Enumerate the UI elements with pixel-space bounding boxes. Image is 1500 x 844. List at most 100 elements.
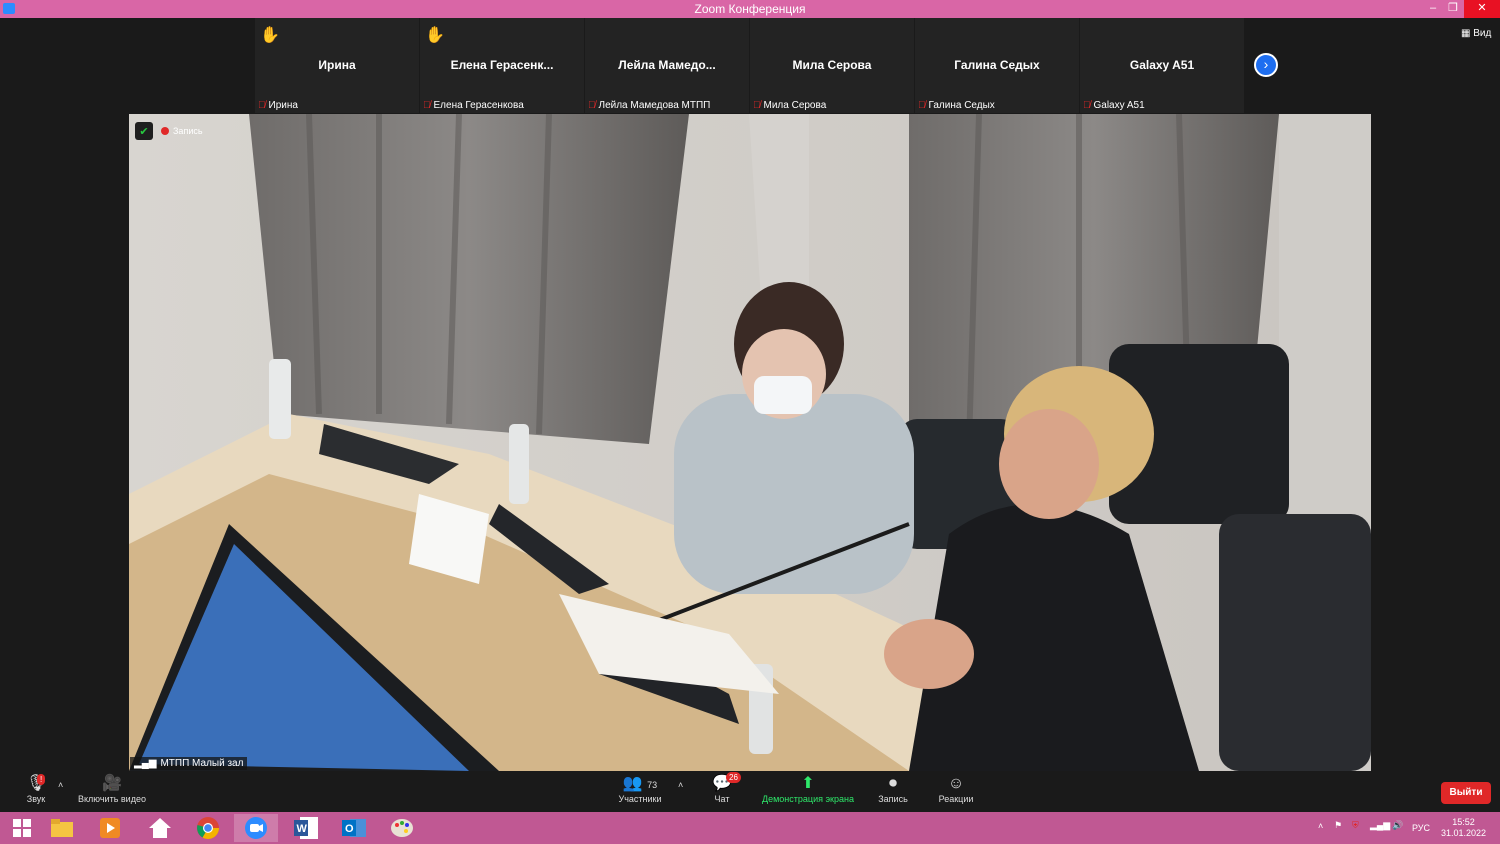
recording-label: Запись (173, 126, 203, 136)
participant-footer: 🎙̸ Лейла Мамедова МТПП (588, 100, 710, 111)
recording-dot-icon (161, 127, 169, 135)
participant-name: Галина Седых (954, 58, 1040, 72)
participants-count: 73 (647, 780, 658, 790)
participant-footer: 🎙̸ Галина Седых (918, 100, 995, 111)
participant-footer-label: Галина Седых (928, 100, 995, 111)
mic-muted-icon: 🎙̸ (753, 100, 761, 111)
participant-footer-label: Мила Серова (763, 100, 827, 111)
clock-time: 15:52 (1452, 817, 1475, 827)
clock[interactable]: 15:52 31.01.2022 (1441, 817, 1486, 839)
participant-footer-label: Елена Герасенкова (433, 100, 524, 111)
participant-footer: 🎙̸ Galaxy A51 (1083, 100, 1145, 111)
participant-strip: ✋ Ирина 🎙̸ Ирина ✋ Елена Герасенк... 🎙̸ Ел… (255, 18, 1244, 113)
view-label: Вид (1473, 28, 1492, 39)
participant-tile[interactable]: Лейла Мамедо... 🎙̸ Лейла Мамедова МТПП (585, 18, 749, 113)
taskbar-app-zoom[interactable] (234, 814, 278, 842)
active-speaker-video (129, 114, 1371, 771)
tray-expand-icon[interactable]: ˄ (1318, 821, 1323, 831)
grid-view-icon: ▦ (1461, 28, 1474, 39)
zoom-icon (245, 817, 267, 839)
chrome-icon (197, 817, 219, 839)
audio-alert-badge: ! (37, 774, 46, 785)
chat-unread-badge: 26 (726, 772, 741, 783)
taskbar-app-outlook[interactable]: O (332, 814, 376, 842)
recording-indicator: ✔ Запись (135, 122, 203, 140)
signal-strength-icon: ▂▄▆ (134, 758, 157, 769)
svg-text:O: O (345, 823, 354, 835)
participants-icon: 👥 73 (622, 775, 658, 792)
taskbar-app-word[interactable]: W (284, 814, 328, 842)
mic-muted-icon: 🎙̸ (918, 100, 926, 111)
record-label: Запись (878, 794, 908, 804)
participant-name: Лейла Мамедо... (618, 58, 716, 72)
audio-label: Звук (26, 794, 46, 804)
taskbar-app-media[interactable] (88, 814, 132, 842)
recording-label-group: Запись (161, 126, 203, 136)
reactions-button[interactable]: ☺ Реакции (933, 774, 979, 804)
raised-hand-icon: ✋ (260, 27, 280, 44)
participant-tile[interactable]: ✋ Елена Герасенк... 🎙̸ Елена Герасенкова (420, 18, 584, 113)
participant-footer-label: Лейла Мамедова МТПП (598, 100, 711, 111)
participant-footer-label: Ирина (268, 100, 298, 111)
chat-label: Чат (714, 794, 730, 804)
participant-footer: 🎙̸ Мила Серова (753, 100, 826, 111)
participant-tile[interactable]: Galaxy A51 🎙̸ Galaxy A51 (1080, 18, 1244, 113)
mic-muted-icon: 🎙̸ (423, 100, 431, 111)
taskbar-app-chrome[interactable] (186, 814, 230, 842)
paint-palette-icon (391, 819, 413, 837)
record-button[interactable]: ⏺ Запись (872, 774, 914, 804)
reactions-label: Реакции (938, 794, 974, 804)
windows-start-icon (13, 819, 31, 837)
close-window-button[interactable]: ✕ (1464, 0, 1500, 18)
media-player-icon (100, 818, 120, 838)
participant-tile[interactable]: Галина Седых 🎙̸ Галина Седых (915, 18, 1079, 113)
view-menu-button[interactable]: ▦ Вид (1461, 28, 1491, 39)
share-screen-button[interactable]: ⬆ Демонстрация экрана (756, 774, 860, 804)
meeting-controls: 🎙 Звук ! ˄ 🎥 Включить видео 👥 73 Участни… (0, 772, 1500, 812)
video-frame-image (129, 114, 1371, 771)
participants-button[interactable]: 👥 73 Участники (610, 774, 670, 804)
antivirus-icon[interactable]: ⛨ (1352, 820, 1359, 831)
participant-footer: 🎙̸ Елена Герасенкова (423, 100, 524, 111)
taskbar-app-home[interactable] (138, 814, 182, 842)
participant-name: Galaxy A51 (1129, 58, 1195, 72)
window-titlebar: Zoom Конференция – ❐ ✕ (0, 0, 1500, 18)
start-video-button[interactable]: 🎥 Включить видео (72, 774, 152, 804)
record-icon: ⏺ (888, 775, 897, 792)
participant-name: Елена Герасенк... (450, 58, 554, 72)
participant-name: Ирина (318, 58, 356, 72)
participant-tile[interactable]: ✋ Ирина 🎙̸ Ирина (255, 18, 419, 113)
raised-hand-icon: ✋ (425, 27, 445, 44)
microphone-icon: 🎙 (25, 775, 47, 792)
start-menu-button[interactable] (0, 814, 44, 842)
language-indicator[interactable]: РУС (1412, 823, 1430, 833)
audio-options-caret[interactable]: ˄ (58, 780, 63, 790)
audio-button[interactable]: 🎙 Звук (18, 774, 54, 804)
participant-footer: 🎙̸ Ирина (258, 100, 298, 111)
network-icon[interactable]: ▂▄▆ (1370, 820, 1390, 831)
mic-muted-icon: 🎙̸ (1083, 100, 1091, 111)
clock-date: 31.01.2022 (1440, 828, 1486, 838)
window-title: Zoom Конференция (694, 2, 806, 16)
emoji-plus-icon: ☺ (947, 775, 965, 792)
participants-options-caret[interactable]: ˄ (678, 780, 683, 790)
participant-footer-label: Galaxy A51 (1093, 100, 1145, 111)
taskbar-app-explorer[interactable] (40, 814, 84, 842)
participants-label: Участники (618, 794, 662, 804)
svg-text:W: W (297, 823, 308, 835)
word-icon: W (294, 817, 318, 839)
outlook-icon: O (342, 819, 366, 837)
home-icon (149, 818, 171, 838)
participant-tile[interactable]: Мила Серова 🎙̸ Мила Серова (750, 18, 914, 113)
folder-icon (51, 819, 73, 837)
speaker-name: МТПП Малый зал (160, 758, 244, 769)
volume-icon[interactable]: 🔊 (1392, 820, 1403, 831)
taskbar-app-paint[interactable] (380, 814, 424, 842)
share-screen-icon: ⬆ (801, 775, 815, 792)
restore-button[interactable]: ❐ (1440, 0, 1466, 18)
flag-icon[interactable]: ⚑ (1334, 820, 1342, 831)
leave-meeting-button[interactable]: Выйти (1441, 782, 1491, 804)
security-shield-icon: ✔ (135, 122, 153, 140)
next-page-button[interactable]: › (1254, 53, 1278, 77)
system-tray: ˄ ⚑ ⛨ ▂▄▆ 🔊 РУС 15:52 31.01.2022 (1300, 812, 1500, 844)
